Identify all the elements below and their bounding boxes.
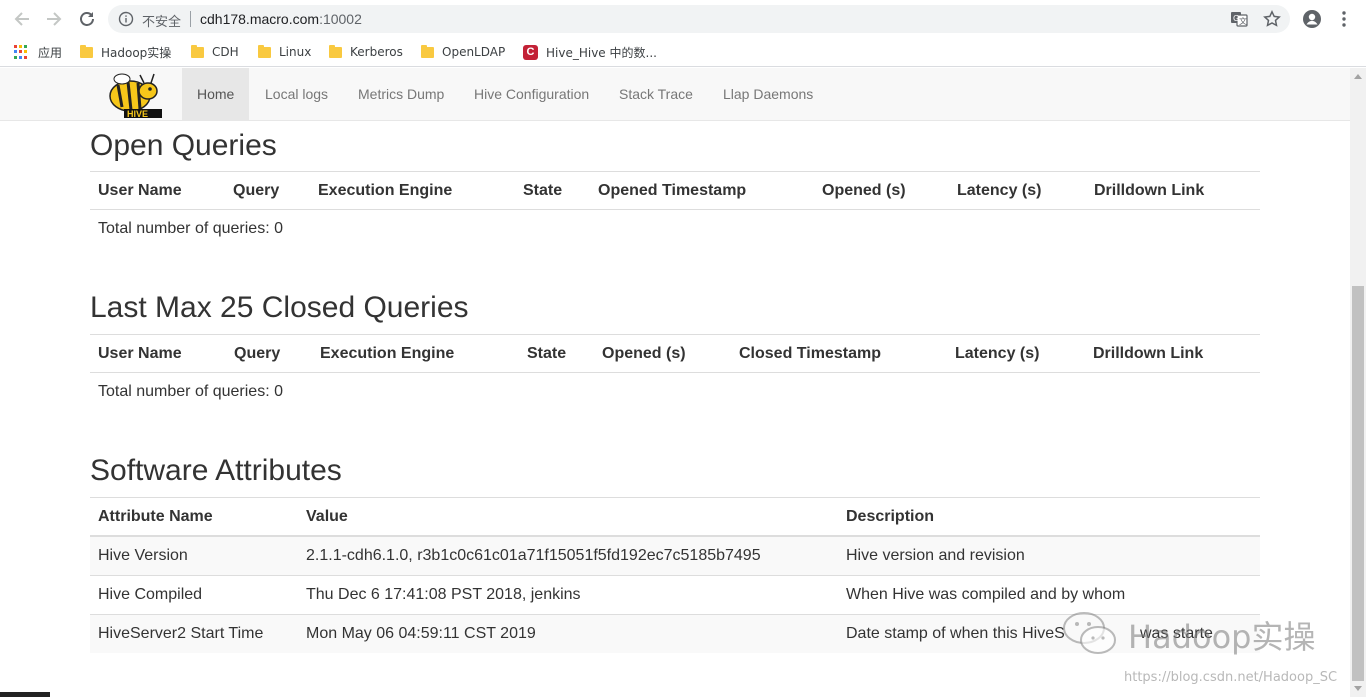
table-header-row: User Name Query Execution Engine State O… (90, 171, 1260, 210)
attribute-name: HiveServer2 Start Time (98, 625, 264, 642)
insecure-label: 不安全 (142, 15, 182, 30)
software-attributes-table: Attribute Name Value Description Hive Ve… (90, 497, 1260, 653)
open-queries-title: Open Queries (90, 129, 277, 162)
folder-icon (421, 44, 434, 58)
info-icon[interactable] (118, 11, 134, 27)
open-queries-table: User Name Query Execution Engine State O… (90, 171, 1260, 249)
hive-logo[interactable]: HIVE (104, 71, 182, 119)
back-arrow-icon[interactable] (11, 8, 33, 30)
bookmark-label: OpenLDAP (442, 45, 506, 59)
attribute-description: Hive version and revision (846, 547, 1025, 564)
column-header: State (523, 182, 563, 199)
table-header-row: User Name Query Execution Engine State O… (90, 334, 1260, 373)
url-text[interactable]: cdh178.macro.com:10002 (200, 11, 362, 27)
column-header: Attribute Name (98, 508, 213, 525)
folder-icon (329, 44, 342, 58)
column-header: Opened (s) (822, 182, 906, 199)
nav-local-logs[interactable]: Local logs (250, 68, 343, 121)
translate-icon[interactable]: G文 (1230, 10, 1248, 28)
column-header: Opened (s) (602, 345, 686, 362)
table-row: Total number of queries: 0 (90, 210, 1260, 249)
software-attributes-title: Software Attributes (90, 454, 342, 487)
bookmark-label: Linux (279, 45, 312, 59)
bookmark-hadoop[interactable]: Hadoop实操 (80, 43, 171, 61)
page-viewport: HIVE Home Local logs Metrics Dump Hive C… (0, 68, 1350, 697)
nav-llap-daemons[interactable]: Llap Daemons (708, 68, 828, 121)
table-row: HiveServer2 Start Time Mon May 06 04:59:… (90, 614, 1260, 653)
table-row: Total number of queries: 0 (90, 373, 1260, 412)
attribute-description: Date stamp of when this HiveS (846, 625, 1065, 642)
csdn-icon: C (523, 44, 538, 60)
attribute-value: Thu Dec 6 17:41:08 PST 2018, jenkins (306, 586, 581, 603)
svg-text:文: 文 (1239, 16, 1247, 26)
column-header: Value (306, 508, 348, 525)
bookmark-label: Kerberos (350, 45, 403, 59)
column-header: Query (233, 182, 280, 199)
column-header: Drilldown Link (1094, 182, 1205, 199)
kebab-menu-icon[interactable] (1334, 9, 1354, 29)
reload-icon[interactable] (76, 8, 98, 30)
bookmark-label: CDH (212, 45, 239, 59)
table-header-row: Attribute Name Value Description (90, 497, 1260, 536)
column-header: User Name (98, 182, 182, 199)
address-bar[interactable]: 不安全 cdh178.macro.com:10002 G文 (108, 5, 1290, 33)
folder-icon (80, 44, 93, 58)
attribute-description: When Hive was compiled and by whom (846, 586, 1126, 603)
column-header: State (527, 345, 567, 362)
column-header: Latency (s) (957, 182, 1042, 199)
attribute-value: Mon May 06 04:59:11 CST 2019 (306, 625, 536, 642)
nav-metrics-dump[interactable]: Metrics Dump (343, 68, 459, 121)
column-header: Description (846, 508, 935, 525)
column-header: Query (234, 345, 281, 362)
bookmark-hive-csdn[interactable]: C Hive_Hive 中的数... (523, 43, 657, 61)
column-header: Closed Timestamp (739, 345, 881, 362)
nav-stack-trace[interactable]: Stack Trace (604, 68, 708, 121)
bookmark-apps[interactable]: 应用 (14, 43, 62, 61)
bookmark-label: Hadoop实操 (101, 45, 172, 60)
attribute-description-tail: was starte (1140, 625, 1213, 642)
hive-navbar: HIVE Home Local logs Metrics Dump Hive C… (0, 68, 1350, 121)
profile-avatar-icon[interactable] (1302, 9, 1322, 29)
bookmark-cdh[interactable]: CDH (191, 43, 239, 61)
scroll-down-icon[interactable] (1350, 681, 1366, 697)
apps-grid-icon (14, 45, 28, 59)
column-header: Latency (s) (955, 345, 1040, 362)
table-row: Hive Compiled Thu Dec 6 17:41:08 PST 201… (90, 575, 1260, 614)
column-header: Execution Engine (320, 345, 455, 362)
bookmark-kerberos[interactable]: Kerberos (329, 43, 403, 61)
column-header: Opened Timestamp (598, 182, 747, 199)
url-host: cdh178.macro.com (200, 11, 320, 27)
bookmarks-bar: 应用 Hadoop实操 CDH Linux Kerberos OpenLDAP … (0, 37, 1366, 67)
vertical-scrollbar[interactable] (1350, 68, 1366, 697)
closed-queries-table: User Name Query Execution Engine State O… (90, 334, 1260, 412)
forward-arrow-icon[interactable] (43, 8, 65, 30)
scroll-up-icon[interactable] (1350, 68, 1366, 84)
folder-icon (191, 44, 204, 58)
column-header: User Name (98, 345, 182, 362)
closed-queries-title: Last Max 25 Closed Queries (90, 291, 469, 324)
attribute-value: 2.1.1-cdh6.1.0, r3b1c0c61c01a71f15051f5f… (306, 547, 761, 564)
total-queries-text: Total number of queries: 0 (98, 383, 283, 400)
bookmark-label: Hive_Hive 中的数... (546, 45, 657, 60)
nav-hive-configuration[interactable]: Hive Configuration (459, 68, 604, 121)
browser-toolbar: 不安全 cdh178.macro.com:10002 G文 (0, 0, 1366, 37)
url-port: :10002 (319, 11, 362, 27)
bookmark-openldap[interactable]: OpenLDAP (421, 43, 505, 61)
nav-home[interactable]: Home (182, 68, 250, 121)
total-queries-text: Total number of queries: 0 (98, 220, 283, 237)
scrollbar-thumb[interactable] (1352, 286, 1364, 681)
svg-text:HIVE: HIVE (127, 109, 148, 119)
attribute-name: Hive Version (98, 547, 188, 564)
star-icon[interactable] (1263, 10, 1281, 28)
table-row: Hive Version 2.1.1-cdh6.1.0, r3b1c0c61c0… (90, 536, 1260, 575)
column-header: Drilldown Link (1093, 345, 1204, 362)
column-header: Execution Engine (318, 182, 453, 199)
taskbar-edge (0, 692, 50, 697)
attribute-name: Hive Compiled (98, 586, 203, 603)
bookmark-linux[interactable]: Linux (258, 43, 311, 61)
folder-icon (258, 44, 271, 58)
address-separator (190, 11, 191, 27)
bookmark-label: 应用 (38, 45, 63, 60)
